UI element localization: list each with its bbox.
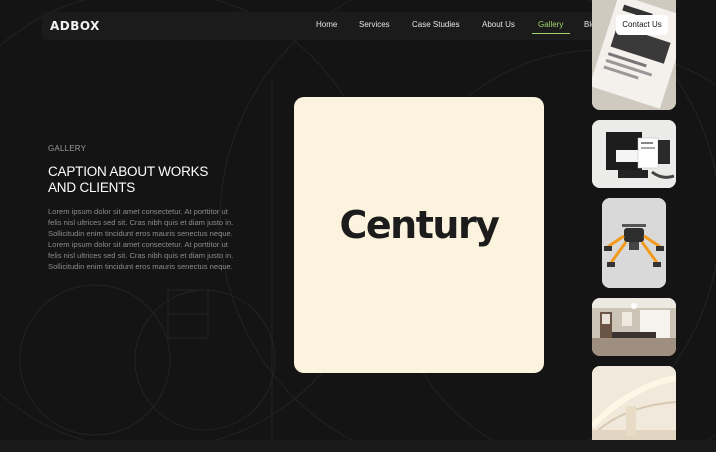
thumbnail-interior[interactable] — [592, 298, 676, 356]
nav-active-indicator — [532, 33, 570, 34]
lighting-image — [592, 366, 676, 446]
stationery-image — [592, 120, 676, 188]
featured-work-card[interactable]: Century — [294, 97, 544, 373]
nav-item-case-studies[interactable]: Case Studies — [412, 19, 460, 31]
nav-item-gallery[interactable]: Gallery — [538, 19, 563, 31]
page-title: CAPTION ABOUT WORKS AND CLIENTS — [48, 164, 209, 195]
description-text: Lorem ipsum dolor sit amet consectetur. … — [48, 207, 234, 271]
nav-item-about-us[interactable]: About Us — [482, 19, 515, 31]
nav-item-services[interactable]: Services — [359, 19, 390, 31]
thumbnail-lighting[interactable] — [592, 366, 676, 446]
drone-image — [602, 198, 666, 288]
contact-us-button[interactable]: Contact Us — [616, 15, 668, 35]
thumbnail-stationery[interactable] — [592, 120, 676, 188]
thumbnail-drone[interactable] — [602, 198, 666, 288]
nav-item-home[interactable]: Home — [316, 19, 337, 31]
footer-strip — [0, 440, 716, 452]
logo[interactable]: ADBOX — [50, 18, 100, 34]
client-wordmark: Century — [339, 203, 500, 247]
section-label: GALLERY — [48, 144, 87, 153]
interior-image — [592, 298, 676, 356]
